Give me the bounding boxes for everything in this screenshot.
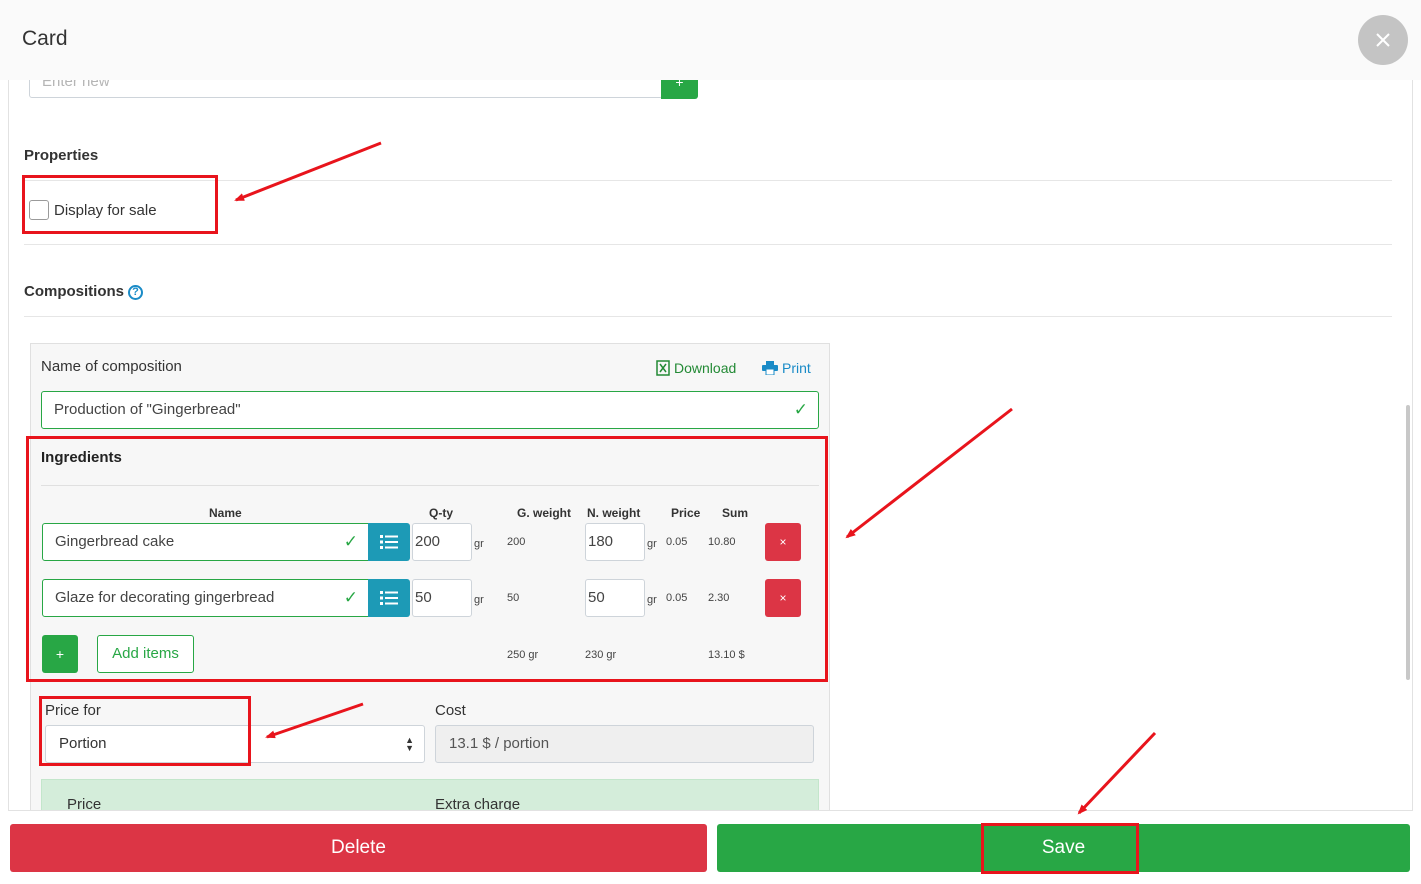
display-for-sale-row[interactable]: Display for sale	[29, 200, 157, 220]
composition-name-input[interactable]: Production of "Gingerbread" ✓	[41, 391, 819, 429]
compositions-title-text: Compositions	[24, 283, 124, 300]
ingredient-name-value: Glaze for decorating gingerbread	[55, 589, 275, 606]
column-header-g-weight: G. weight	[517, 506, 571, 520]
divider	[24, 244, 1392, 245]
select-arrows-icon: ▲ ▼	[405, 735, 414, 753]
new-entry-add-button[interactable]: +	[661, 80, 698, 99]
extra-charge-label: Extra charge	[435, 796, 521, 811]
list-icon	[380, 591, 398, 605]
column-header-sum: Sum	[722, 506, 749, 520]
save-button[interactable]: Save	[717, 824, 1410, 872]
compositions-title: Compositions?	[24, 283, 143, 300]
composition-name-value: Production of "Gingerbread"	[54, 401, 241, 418]
add-items-button[interactable]: Add items	[97, 635, 194, 673]
n-weight-input[interactable]: 50	[585, 579, 645, 617]
modal-header: Card	[0, 0, 1421, 80]
modal-body[interactable]: Enter new + Properties Display for sale …	[8, 80, 1413, 811]
download-link[interactable]: Download	[656, 360, 736, 376]
price-for-label: Price for	[45, 702, 101, 719]
qty-input[interactable]: 50	[412, 579, 472, 617]
total-g-weight: 250 gr	[507, 649, 539, 661]
qty-unit: gr	[474, 594, 484, 606]
help-icon[interactable]: ?	[128, 285, 143, 300]
display-for-sale-label[interactable]: Display for sale	[54, 202, 157, 219]
print-link[interactable]: Print	[762, 360, 811, 376]
close-icon	[1376, 33, 1390, 47]
download-label[interactable]: Download	[674, 360, 736, 376]
column-header-price: Price	[671, 506, 701, 520]
composition-name-label: Name of composition	[41, 358, 182, 375]
sum-value: 10.80	[708, 536, 736, 548]
n-weight-unit: gr	[647, 594, 657, 606]
check-icon: ✓	[793, 400, 808, 419]
price-value: 0.05	[666, 592, 688, 604]
column-header-name: Name	[209, 506, 242, 520]
composition-card: Name of composition Download Print Produ…	[30, 343, 830, 811]
delete-button[interactable]: Delete	[10, 824, 707, 872]
price-for-value: Portion	[59, 735, 107, 752]
excel-icon	[656, 360, 670, 376]
ingredient-list-button[interactable]	[368, 579, 410, 617]
print-label[interactable]: Print	[782, 360, 811, 376]
g-weight-value: 200	[507, 536, 526, 548]
ingredient-name-input[interactable]: Glaze for decorating gingerbread ✓	[42, 579, 369, 617]
new-entry-input[interactable]: Enter new	[29, 80, 663, 98]
n-weight-unit: gr	[647, 538, 657, 550]
divider	[24, 316, 1392, 317]
properties-title: Properties	[24, 147, 99, 164]
modal-title: Card	[22, 27, 68, 50]
cost-field: 13.1 $ / portion	[435, 725, 814, 763]
ingredients-title: Ingredients	[41, 449, 122, 466]
n-weight-input[interactable]: 180	[585, 523, 645, 561]
ingredient-list-button[interactable]	[368, 523, 410, 561]
sum-value: 2.30	[708, 592, 730, 604]
g-weight-value: 50	[507, 592, 520, 604]
display-for-sale-checkbox[interactable]	[29, 200, 49, 220]
divider	[41, 485, 819, 486]
qty-unit: gr	[474, 538, 484, 550]
column-header-qty: Q-ty	[429, 506, 453, 520]
cost-label: Cost	[435, 702, 466, 719]
add-ingredient-button[interactable]: +	[42, 635, 78, 673]
list-icon	[380, 535, 398, 549]
total-sum: 13.10 $	[708, 649, 745, 661]
printer-icon	[762, 361, 778, 375]
qty-input[interactable]: 200	[412, 523, 472, 561]
price-label: Price	[67, 796, 102, 811]
total-n-weight: 230 gr	[585, 649, 617, 661]
ingredient-name-input[interactable]: Gingerbread cake ✓	[42, 523, 369, 561]
close-button[interactable]	[1358, 15, 1408, 65]
price-for-select[interactable]: Portion ▲ ▼	[45, 725, 425, 763]
ingredient-name-value: Gingerbread cake	[55, 533, 175, 550]
check-icon: ✓	[343, 532, 358, 551]
delete-row-button[interactable]: ×	[765, 523, 801, 561]
scrollbar[interactable]	[1406, 405, 1410, 680]
price-panel: Price Extra charge	[41, 779, 819, 811]
column-header-n-weight: N. weight	[587, 506, 641, 520]
delete-row-button[interactable]: ×	[765, 579, 801, 617]
price-value: 0.05	[666, 536, 688, 548]
check-icon: ✓	[343, 588, 358, 607]
divider	[24, 180, 1392, 181]
